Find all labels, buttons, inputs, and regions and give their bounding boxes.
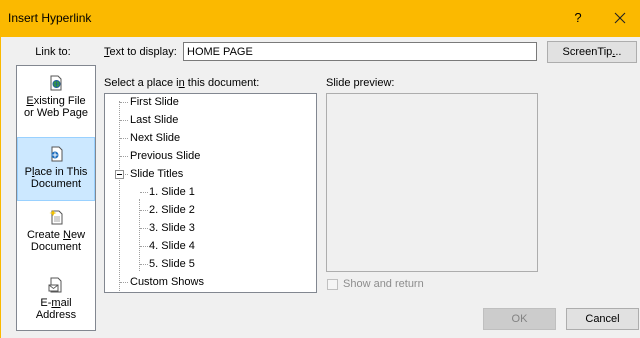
link-place-in-document-line1: Place in This [24,166,88,178]
close-icon [614,12,626,24]
email-icon [48,277,62,293]
link-place-in-document[interactable]: Place in This Document [17,137,95,201]
tree-item-previous-slide[interactable]: Previous Slide [130,149,200,163]
show-and-return-checkbox[interactable] [327,279,338,290]
place-tree[interactable]: First Slide Last Slide Next Slide Previo… [104,93,317,293]
link-create-new-document-line2: Document [30,241,82,253]
window-title: Insert Hyperlink [8,11,92,25]
slide-preview-label: Slide preview: [326,77,395,89]
tree-item-slide-titles[interactable]: Slide Titles [130,167,183,181]
tree-branch [120,282,128,283]
text-to-display-input[interactable] [183,42,537,61]
link-existing-file[interactable]: Existing File or Web Page [17,75,95,133]
link-create-new-document-line1: Create New [26,229,86,241]
tree-item-custom-shows[interactable]: Custom Shows [130,275,204,289]
place-in-document-icon [51,146,63,162]
text-to-display-label: Text to display: [104,46,177,58]
tree-branch [140,210,148,211]
link-existing-file-line1: Existing File [26,95,86,107]
link-to-label: Link to: [35,46,71,58]
tree-item-slide-1[interactable]: 1. Slide 1 [149,185,195,199]
tree-branch [140,228,148,229]
cancel-button[interactable]: Cancel [566,308,639,330]
tree-line [119,101,120,292]
screentip-button[interactable]: ScreenTip... [547,41,637,63]
tree-branch [125,174,128,175]
tree-item-slide-5[interactable]: 5. Slide 5 [149,257,195,271]
link-email-address-line1: E-mail [40,297,72,309]
insert-hyperlink-dialog: Link to: Text to display: ScreenTip... E… [0,37,640,338]
slide-preview [326,93,538,272]
help-button[interactable]: ? [572,10,584,25]
link-email-address-line2: Address [35,309,77,321]
link-email-address[interactable]: E-mail Address [17,273,95,333]
collapse-icon[interactable] [115,170,124,179]
link-place-in-document-line2: Document [30,178,82,190]
tree-item-next-slide[interactable]: Next Slide [130,131,180,145]
tree-branch [120,120,128,121]
show-and-return-label: Show and return [343,278,424,290]
link-existing-file-line2: or Web Page [23,107,88,119]
tree-item-slide-2[interactable]: 2. Slide 2 [149,203,195,217]
tree-branch [140,246,148,247]
ok-button[interactable]: OK [483,308,556,330]
link-create-new-document[interactable]: Create New Document [17,207,95,267]
title-bar: Insert Hyperlink ? [0,0,640,37]
link-to-panel: Existing File or Web Page Place in This … [16,65,96,331]
tree-item-first-slide[interactable]: First Slide [130,95,179,109]
close-button[interactable] [610,9,630,27]
tree-branch [140,264,148,265]
tree-branch [120,102,128,103]
select-place-label: Select a place in this document: [104,77,260,89]
tree-branch [120,138,128,139]
new-document-icon [49,210,63,225]
tree-item-slide-4[interactable]: 4. Slide 4 [149,239,195,253]
tree-item-last-slide[interactable]: Last Slide [130,113,178,127]
tree-item-slide-3[interactable]: 3. Slide 3 [149,221,195,235]
web-page-icon [50,75,62,91]
tree-branch [140,192,148,193]
tree-branch [120,156,128,157]
